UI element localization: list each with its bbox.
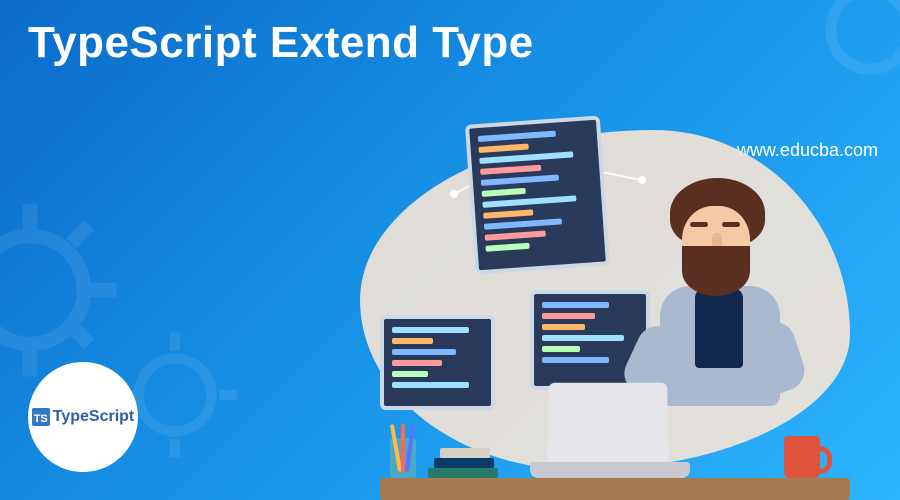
typescript-logo-badge: TS TypeScript <box>28 362 138 472</box>
mug-icon <box>784 436 820 478</box>
desk <box>380 478 850 500</box>
logo-label: TypeScript <box>53 408 135 426</box>
page-title: TypeScript Extend Type <box>28 18 534 68</box>
code-panel-icon <box>380 315 495 410</box>
banner: TypeScript Extend Type www.educba.com TS… <box>0 0 900 500</box>
ts-square-icon: TS <box>32 408 50 426</box>
gear-icon <box>800 0 900 100</box>
logo-text: TS TypeScript <box>32 408 135 426</box>
laptop-icon <box>530 368 690 478</box>
illustration-scene <box>320 100 880 500</box>
books-icon <box>428 448 498 478</box>
pencil-cup-icon <box>390 438 416 478</box>
gear-icon <box>0 200 120 380</box>
code-panel-icon <box>465 115 610 274</box>
